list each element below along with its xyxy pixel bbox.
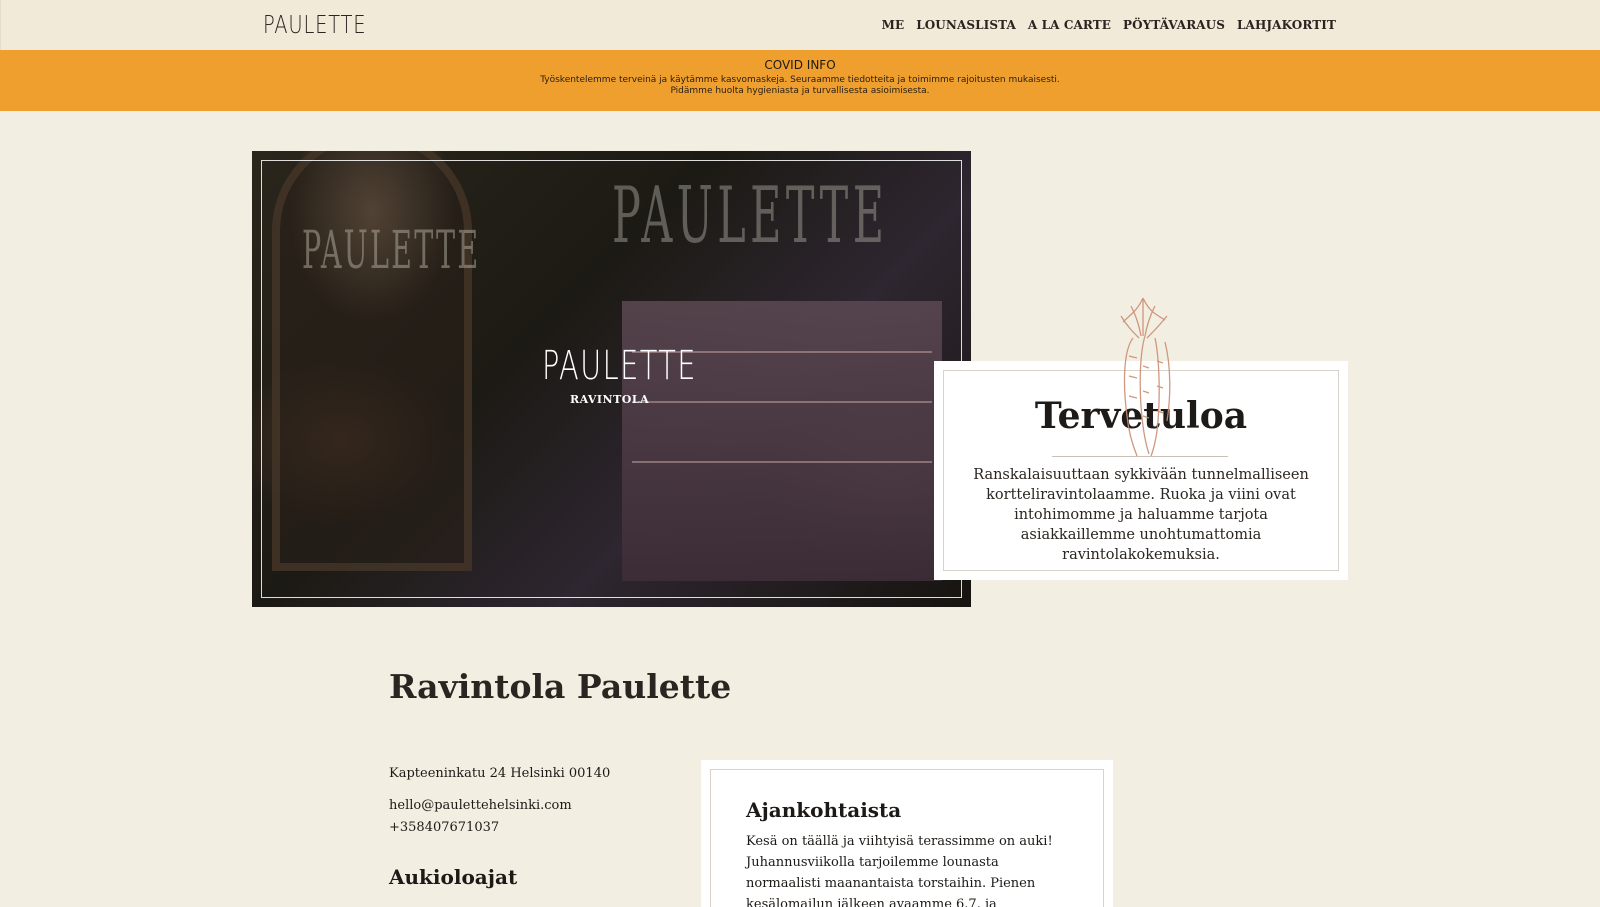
nav-item-lahjakortit[interactable]: LAHJAKORTIT (1237, 18, 1336, 32)
site-header: PAULETTE ME LOUNASLISTA A LA CARTE PÖYTÄ… (0, 0, 1600, 50)
welcome-text: Ranskalaisuuttaan sykkivään tunnelmallis… (973, 467, 1309, 563)
covid-banner: COVID INFO Työskentelemme terveinä ja kä… (0, 50, 1600, 111)
main-nav: ME LOUNASLISTA A LA CARTE PÖYTÄVARAUS LA… (882, 18, 1336, 32)
covid-title: COVID INFO (764, 58, 836, 72)
news-text: Kesä on täällä ja viihtyisä terassimme o… (746, 834, 1053, 907)
site-logo[interactable]: PAULETTE (263, 10, 366, 39)
nav-item-poytavaraus[interactable]: PÖYTÄVARAUS (1123, 18, 1225, 32)
email-link[interactable]: hello@paulettehelsinki.com (389, 798, 572, 813)
nav-item-lounaslista[interactable]: LOUNASLISTA (916, 18, 1016, 32)
nav-item-a-la-carte[interactable]: A LA CARTE (1028, 18, 1111, 32)
news-card: Ajankohtaista Kesä on täällä ja viihtyis… (701, 760, 1113, 907)
hero-image: PAULETTE PAULETTE PAULETTE RAVINTOLA (252, 151, 971, 607)
news-title: Ajankohtaista (746, 798, 902, 822)
address-text: Kapteeninkatu 24 Helsinki 00140 (389, 766, 611, 781)
page: PAULETTE ME LOUNASLISTA A LA CARTE PÖYTÄ… (0, 0, 1600, 907)
page-title: Ravintola Paulette (389, 667, 732, 706)
phone-text[interactable]: +358407671037 (389, 820, 499, 835)
opening-hours-title: Aukioloajat (389, 865, 518, 889)
carrot-illustration-icon (1120, 297, 1171, 457)
nav-item-me[interactable]: ME (882, 18, 905, 32)
hero-frame (261, 160, 962, 598)
covid-text: Työskentelemme terveinä ja käytämme kasv… (540, 75, 1060, 96)
